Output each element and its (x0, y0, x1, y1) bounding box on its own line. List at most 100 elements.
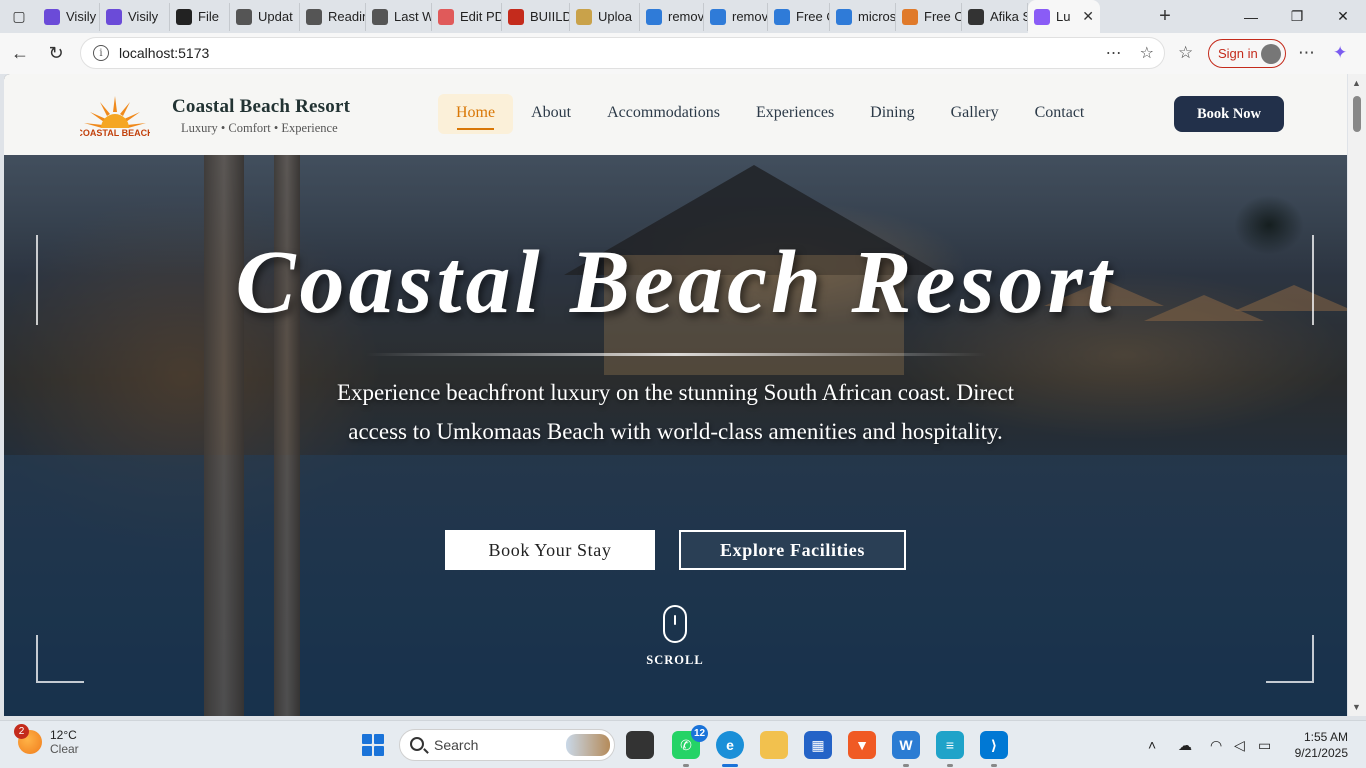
windows-taskbar: 2 12°C Clear Search ✆ 12 e ▦ ▼ W ≡ ⟩ ˄ ☁… (0, 720, 1366, 768)
nav-dining[interactable]: Dining (852, 94, 932, 134)
notepad-icon[interactable]: ≡ (936, 731, 964, 767)
search-icon (410, 737, 424, 751)
browser-tab[interactable]: Visily (38, 2, 100, 31)
hero-divider (366, 353, 986, 356)
new-tab-button[interactable]: + (1146, 0, 1184, 33)
scroll-down-icon[interactable]: ▼ (1352, 702, 1361, 712)
browser-tab[interactable]: remov (704, 2, 768, 31)
sign-in-label: Sign in (1218, 46, 1258, 61)
browser-tab[interactable]: BUIILD (502, 2, 570, 31)
browser-tab[interactable]: Free O (768, 2, 830, 31)
onedrive-icon[interactable]: ☁ (1178, 737, 1192, 754)
more-page-options-icon[interactable]: ⋯ (1106, 43, 1122, 63)
browser-tab[interactable]: Afika S (962, 2, 1028, 31)
weather-temperature: 12°C (50, 728, 77, 742)
volume-icon[interactable]: ◁ (1234, 737, 1245, 754)
settings-more-icon[interactable]: ⋯ (1298, 43, 1315, 63)
file-explorer-icon[interactable] (760, 731, 788, 759)
hero-section: Coastal Beach Resort Experience beachfro… (4, 155, 1347, 716)
profile-avatar-icon (1261, 43, 1281, 64)
word-icon[interactable]: W (892, 731, 920, 767)
search-icon (836, 8, 852, 25)
nav-contact[interactable]: Contact (1017, 94, 1103, 134)
pen-icon (774, 8, 790, 25)
brave-icon[interactable]: ▼ (848, 731, 876, 759)
browser-tab[interactable]: File (170, 2, 230, 31)
minimize-icon[interactable]: — (1228, 0, 1274, 33)
brand-name[interactable]: Coastal Beach Resort (172, 96, 350, 118)
browser-tab[interactable]: Last W (366, 2, 432, 31)
explore-facilities-button[interactable]: Explore Facilities (679, 530, 906, 570)
wifi-icon[interactable]: ◠ (1210, 737, 1222, 754)
browser-tab-label: remov (732, 9, 768, 24)
browser-tab-label: Free O (924, 9, 962, 24)
clock-date: 9/21/2025 (1294, 746, 1348, 760)
edge-icon[interactable]: e (716, 731, 744, 767)
restore-icon[interactable]: ❐ (1274, 0, 1320, 33)
visily-icon (44, 8, 60, 25)
frame-corner-bottom-left (36, 635, 84, 683)
browser-tab[interactable]: Free O (896, 2, 962, 31)
nav-accommodations[interactable]: Accommodations (589, 94, 738, 134)
document-icon (372, 8, 388, 25)
site-info-icon[interactable]: i (93, 45, 109, 61)
favorite-star-icon[interactable]: ☆ (1140, 43, 1154, 63)
book-now-button[interactable]: Book Now (1174, 96, 1284, 132)
battery-icon[interactable]: ▭ (1258, 737, 1271, 754)
browser-tab[interactable]: Visily (100, 2, 170, 31)
url-field[interactable]: i localhost:5173 ⋯ ☆ (80, 37, 1165, 69)
close-tab-icon[interactable]: ✕ (1082, 8, 1094, 25)
start-button[interactable] (362, 734, 384, 756)
taskbar-search[interactable]: Search (399, 729, 615, 761)
browser-tab[interactable]: Uploa (570, 2, 640, 31)
page-scrollbar[interactable]: ▲ ▼ (1348, 74, 1366, 716)
tab-actions-icon[interactable]: ▢ (0, 0, 38, 33)
browser-tab-label: micros (858, 9, 896, 24)
task-view-icon[interactable] (626, 731, 654, 759)
nav-about[interactable]: About (513, 94, 589, 134)
nav-gallery[interactable]: Gallery (933, 94, 1017, 134)
resort-logo[interactable]: COASTAL BEACH (80, 90, 150, 138)
vscode-icon[interactable]: ⟩ (980, 731, 1008, 767)
weather-condition: Clear (50, 742, 79, 756)
browser-tab[interactable]: Lu ✕ (1028, 0, 1100, 33)
browser-tab-label: Edit PD (460, 9, 502, 24)
book-your-stay-button[interactable]: Book Your Stay (445, 530, 655, 570)
browser-tab-label: File (198, 9, 219, 24)
nav-home[interactable]: Home (438, 94, 514, 134)
weather-widget[interactable]: 2 12°C Clear (14, 724, 79, 756)
taskbar-clock[interactable]: 1:55 AM 9/21/2025 (1284, 729, 1348, 761)
back-button[interactable]: ← (2, 36, 38, 72)
browser-tab-label: Readin (328, 9, 366, 24)
browser-tab-label: Visily (128, 9, 159, 24)
visily-icon (106, 8, 122, 25)
vite-icon (1034, 8, 1050, 25)
favorites-icon[interactable]: ☆ (1178, 43, 1193, 63)
whatsapp-badge: 12 (691, 725, 708, 742)
browser-tab[interactable]: Edit PD (432, 2, 502, 31)
browser-tab[interactable]: Readin (300, 2, 366, 31)
brand-tagline: Luxury • Comfort • Experience (181, 121, 338, 135)
scrollbar-thumb[interactable] (1353, 96, 1361, 132)
browser-tab[interactable]: remov (640, 2, 704, 31)
scroll-mouse-icon[interactable] (663, 605, 687, 643)
store-icon[interactable]: ▦ (804, 731, 832, 759)
weather-badge: 2 (14, 724, 29, 739)
microsoft-icon (902, 8, 918, 25)
nav-experiences[interactable]: Experiences (738, 94, 852, 134)
tab-list: Visily Visily File Updat Readin Last W Edit PD… (38, 0, 1100, 33)
browser-tab[interactable]: Updat (230, 2, 300, 31)
browser-tab[interactable]: micros (830, 2, 896, 31)
url-text[interactable]: localhost:5173 (119, 45, 209, 61)
scroll-label[interactable]: SCROLL (634, 653, 716, 668)
whatsapp-icon[interactable]: ✆ 12 (672, 725, 708, 767)
sign-in-button[interactable]: Sign in (1208, 39, 1286, 68)
copilot-icon[interactable]: ✦ (1333, 43, 1347, 63)
bing-icon (646, 8, 662, 25)
close-window-icon[interactable]: ✕ (1320, 0, 1366, 33)
show-hidden-icons-icon[interactable]: ˄ (1148, 737, 1156, 753)
scroll-up-icon[interactable]: ▲ (1352, 78, 1361, 88)
refresh-button[interactable]: ↻ (38, 36, 74, 72)
browser-tab-label: BUIILD (530, 9, 570, 24)
pdf-icon (508, 8, 524, 25)
